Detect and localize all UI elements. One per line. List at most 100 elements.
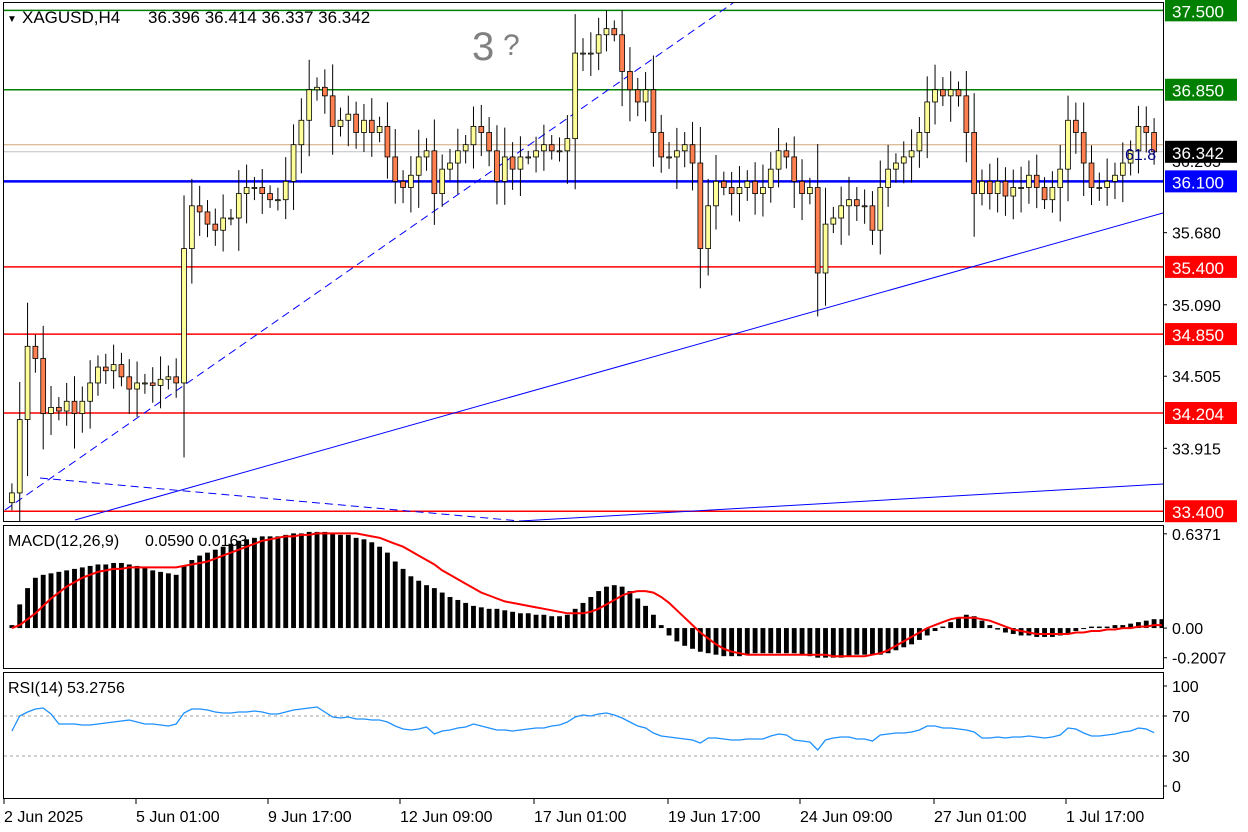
level-price-label: 36.100 bbox=[1172, 173, 1224, 192]
rsi-tick-label: 0 bbox=[1172, 779, 1181, 796]
macd-bar bbox=[244, 539, 250, 629]
macd-bar bbox=[220, 546, 226, 629]
macd-bar bbox=[314, 531, 320, 629]
macd-bar bbox=[384, 552, 390, 629]
macd-bar bbox=[502, 610, 508, 629]
chart-window[interactable]: ▼ XAGUSD,H4 36.396 36.414 36.337 36.342 … bbox=[0, 0, 1248, 832]
level-price-label: 34.204 bbox=[1172, 405, 1224, 424]
macd-bar bbox=[72, 568, 77, 629]
rsi-tick-label: 30 bbox=[1172, 749, 1190, 766]
macd-bar bbox=[103, 564, 109, 629]
macd-bar bbox=[932, 628, 938, 632]
macd-bar bbox=[1104, 626, 1110, 629]
macd-bar bbox=[439, 592, 445, 629]
macd-bar bbox=[197, 555, 203, 629]
symbol-menu-icon[interactable]: ▼ bbox=[7, 14, 17, 25]
macd-bar bbox=[1112, 625, 1118, 629]
macd-bar bbox=[517, 613, 523, 629]
macd-bar bbox=[940, 626, 946, 629]
macd-tick-label: 0.6371 bbox=[1172, 527, 1221, 544]
macd-bar bbox=[666, 628, 672, 636]
macd-bar bbox=[181, 565, 187, 629]
level-price-label: 33.400 bbox=[1172, 503, 1224, 522]
macd-bar bbox=[658, 625, 664, 629]
macd-bar bbox=[549, 616, 555, 629]
macd-bar bbox=[345, 534, 351, 629]
macd-bar bbox=[533, 614, 539, 629]
macd-bar bbox=[760, 628, 766, 654]
rsi-value: 53.2756 bbox=[67, 680, 125, 697]
macd-bar bbox=[424, 585, 429, 629]
macd-bar bbox=[228, 543, 234, 629]
macd-bar bbox=[142, 567, 148, 629]
macd-bar bbox=[275, 536, 281, 629]
macd-bar bbox=[1089, 626, 1094, 629]
macd-bar bbox=[564, 614, 570, 629]
macd-bar bbox=[463, 602, 469, 629]
macd-bar bbox=[643, 605, 649, 629]
symbol-label: XAGUSD,H4 bbox=[22, 8, 120, 27]
macd-tick-label: -0.2007 bbox=[1172, 651, 1226, 668]
macd-bar bbox=[815, 628, 821, 658]
level-price-label: 34.850 bbox=[1172, 326, 1224, 345]
macd-bar bbox=[1151, 619, 1157, 629]
macd-bar bbox=[682, 628, 688, 646]
macd-bar bbox=[431, 588, 437, 629]
macd-bar bbox=[322, 531, 328, 629]
macd-bar bbox=[619, 586, 625, 629]
macd-bar bbox=[111, 562, 117, 629]
macd-bar bbox=[119, 562, 124, 629]
macd-bar bbox=[189, 560, 195, 629]
macd-bar bbox=[212, 549, 218, 629]
macd-bar bbox=[846, 628, 852, 657]
macd-bar bbox=[392, 561, 398, 629]
macd-bar bbox=[877, 628, 883, 655]
macd-bar bbox=[721, 628, 727, 657]
macd-bar bbox=[557, 616, 562, 629]
time-tick-label: 24 Jun 09:00 bbox=[800, 809, 893, 826]
macd-bar bbox=[823, 628, 828, 658]
time-tick-label: 9 Jun 17:00 bbox=[268, 809, 352, 826]
macd-bar bbox=[283, 534, 289, 629]
macd-axis: 0.6371 0.00 -0.2007 bbox=[1163, 527, 1226, 668]
macd-bar bbox=[510, 611, 516, 629]
time-axis: 2 Jun 2025 5 Jun 01:00 9 Jun 17:00 12 Jun 0… bbox=[3, 799, 1144, 826]
wave-label-question: ? bbox=[503, 29, 520, 62]
macd-bar bbox=[862, 628, 868, 655]
macd-bar bbox=[158, 571, 163, 629]
macd-bar bbox=[807, 628, 813, 657]
rsi-panel[interactable] bbox=[3, 672, 1164, 799]
macd-bar bbox=[236, 540, 242, 629]
macd-bar bbox=[768, 628, 774, 654]
macd-bar bbox=[525, 613, 531, 629]
price-axis: 35.68035.09034.50533.91536.85736.26537.5… bbox=[1163, 0, 1237, 523]
macd-bar bbox=[173, 574, 179, 629]
macd-bar bbox=[455, 599, 461, 629]
macd-bar bbox=[791, 628, 797, 654]
macd-tick-label: 0.00 bbox=[1172, 621, 1203, 638]
macd-values: 0.0590 0.0163 bbox=[145, 533, 247, 550]
macd-bar bbox=[338, 534, 343, 629]
macd-bar bbox=[494, 608, 500, 629]
macd-bar bbox=[134, 565, 140, 629]
level-price-label: 35.400 bbox=[1172, 259, 1224, 278]
macd-bar bbox=[25, 588, 30, 629]
macd-bar bbox=[291, 533, 296, 629]
time-tick-label: 17 Jun 01:00 bbox=[534, 809, 627, 826]
current-price-label: 36.342 bbox=[1172, 144, 1224, 163]
rsi-axis: 100 70 30 0 bbox=[1163, 679, 1199, 796]
price-tick-label: 35.680 bbox=[1172, 226, 1221, 243]
macd-bar bbox=[1096, 626, 1102, 629]
macd-bar bbox=[56, 571, 62, 629]
macd-bar bbox=[783, 628, 789, 654]
macd-bar bbox=[674, 628, 680, 642]
macd-bar bbox=[995, 628, 1001, 630]
macd-bar bbox=[32, 577, 38, 629]
time-tick-label: 5 Jun 01:00 bbox=[136, 809, 220, 826]
level-price-label: 37.500 bbox=[1172, 2, 1224, 21]
level-price-label: 36.850 bbox=[1172, 82, 1224, 101]
macd-bar bbox=[752, 628, 758, 654]
macd-bar bbox=[259, 536, 265, 629]
macd-bar bbox=[854, 628, 860, 655]
time-tick-label: 1 Jul 17:00 bbox=[1066, 809, 1144, 826]
